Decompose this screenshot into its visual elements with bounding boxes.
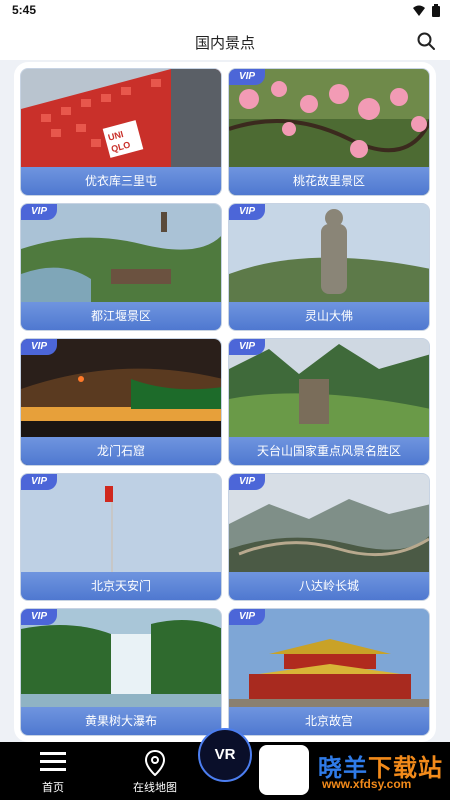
search-icon [417,32,435,50]
card-label: 黄果树大瀑布 [21,707,221,735]
wifi-icon [413,5,425,16]
card-label: 北京天安门 [21,572,221,600]
vip-badge: VIP [229,69,265,85]
card-label: 龙门石窟 [21,437,221,465]
status-time: 5:45 [12,3,37,17]
attraction-card-peach-blossom[interactable]: VIP 桃花故里景区 [228,68,430,196]
vip-badge: VIP [229,204,265,220]
attraction-card-forbidden-city[interactable]: VIP 北京故宫 [228,608,430,736]
map-pin-icon [144,750,166,776]
watermark-logo [259,745,309,795]
card-label: 都江堰景区 [21,302,221,330]
nav-home[interactable]: 首页 [8,742,98,800]
page-title: 国内景点 [194,34,255,52]
header: 国内景点 [0,22,450,60]
battery-icon [432,4,440,17]
nav-online-map-label: 在线地图 [133,781,177,794]
vip-badge: VIP [229,474,265,490]
nav-online-map[interactable]: 在线地图 [110,742,200,800]
vip-badge: VIP [21,609,57,625]
vip-badge: VIP [21,474,57,490]
attraction-card-uniqlo-sanlitun[interactable]: UNI QLO 优衣库三里屯 [20,68,222,196]
attraction-card-longmen-grottoes[interactable]: VIP 龙门石窟 [20,338,222,466]
attraction-card-huangguoshu-waterfall[interactable]: VIP 黄果树大瀑布 [20,608,222,736]
card-label: 八达岭长城 [229,572,429,600]
vip-badge: VIP [229,339,265,355]
vr-button[interactable]: VR [198,728,252,782]
vip-badge: VIP [229,609,265,625]
card-label: 灵山大佛 [229,302,429,330]
card-label: 天台山国家重点风景名胜区 [229,437,429,465]
nav-home-label: 首页 [42,781,64,794]
attraction-card-lingshan-buddha[interactable]: VIP 灵山大佛 [228,203,430,331]
attraction-card-tiantai-mountain[interactable]: VIP 天台山国家重点风景名胜区 [228,338,430,466]
status-bar: 5:45 [0,0,450,22]
attraction-card-badaling-great-wall[interactable]: VIP 八达岭长城 [228,473,430,601]
watermark-url: www.xfdsy.com [322,777,412,791]
card-label: 优衣库三里屯 [21,167,221,195]
vip-badge: VIP [21,339,57,355]
menu-icon [40,752,66,771]
card-label: 桃花故里景区 [229,167,429,195]
attraction-card-tiananmen[interactable]: VIP 北京天安门 [20,473,222,601]
search-button[interactable] [416,31,436,51]
card-label: 北京故宫 [229,707,429,735]
attraction-card-dujiangyan[interactable]: VIP 都江堰景区 [20,203,222,331]
status-icons [412,4,440,17]
vip-badge: VIP [21,204,57,220]
